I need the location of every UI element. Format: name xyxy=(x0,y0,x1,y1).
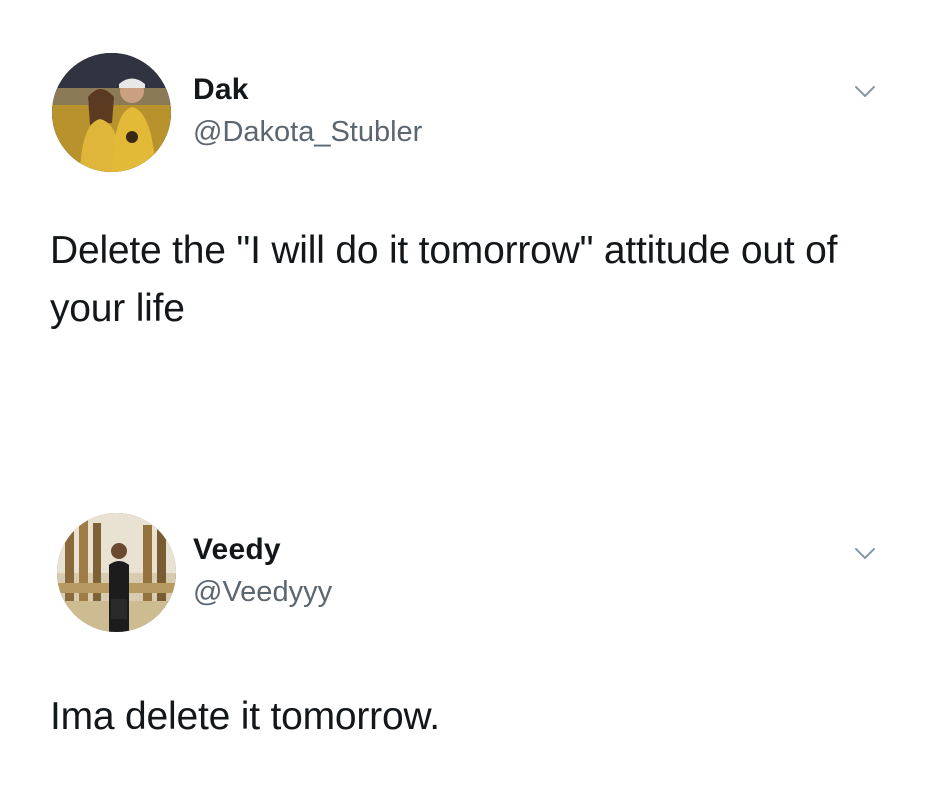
tweet: Dak @Dakota_Stubler Delete the "I will d… xyxy=(0,0,930,470)
tweet: Veedy @Veedyyy Ima delete it tomorrow. xyxy=(0,470,930,793)
avatar[interactable] xyxy=(57,513,176,632)
chevron-down-icon[interactable] xyxy=(853,546,877,562)
tweet-text: Ima delete it tomorrow. xyxy=(50,695,440,738)
display-name[interactable]: Dak xyxy=(193,73,249,107)
tweet-text: Delete the "I will do it tomorrow" attit… xyxy=(50,229,838,330)
avatar[interactable] xyxy=(52,53,171,172)
user-handle[interactable]: @Veedyyy xyxy=(193,576,332,609)
avatar-photo xyxy=(57,513,176,632)
avatar-photo xyxy=(52,53,171,172)
chevron-down-icon[interactable] xyxy=(853,84,877,100)
user-handle[interactable]: @Dakota_Stubler xyxy=(193,116,422,149)
display-name[interactable]: Veedy xyxy=(193,533,281,567)
